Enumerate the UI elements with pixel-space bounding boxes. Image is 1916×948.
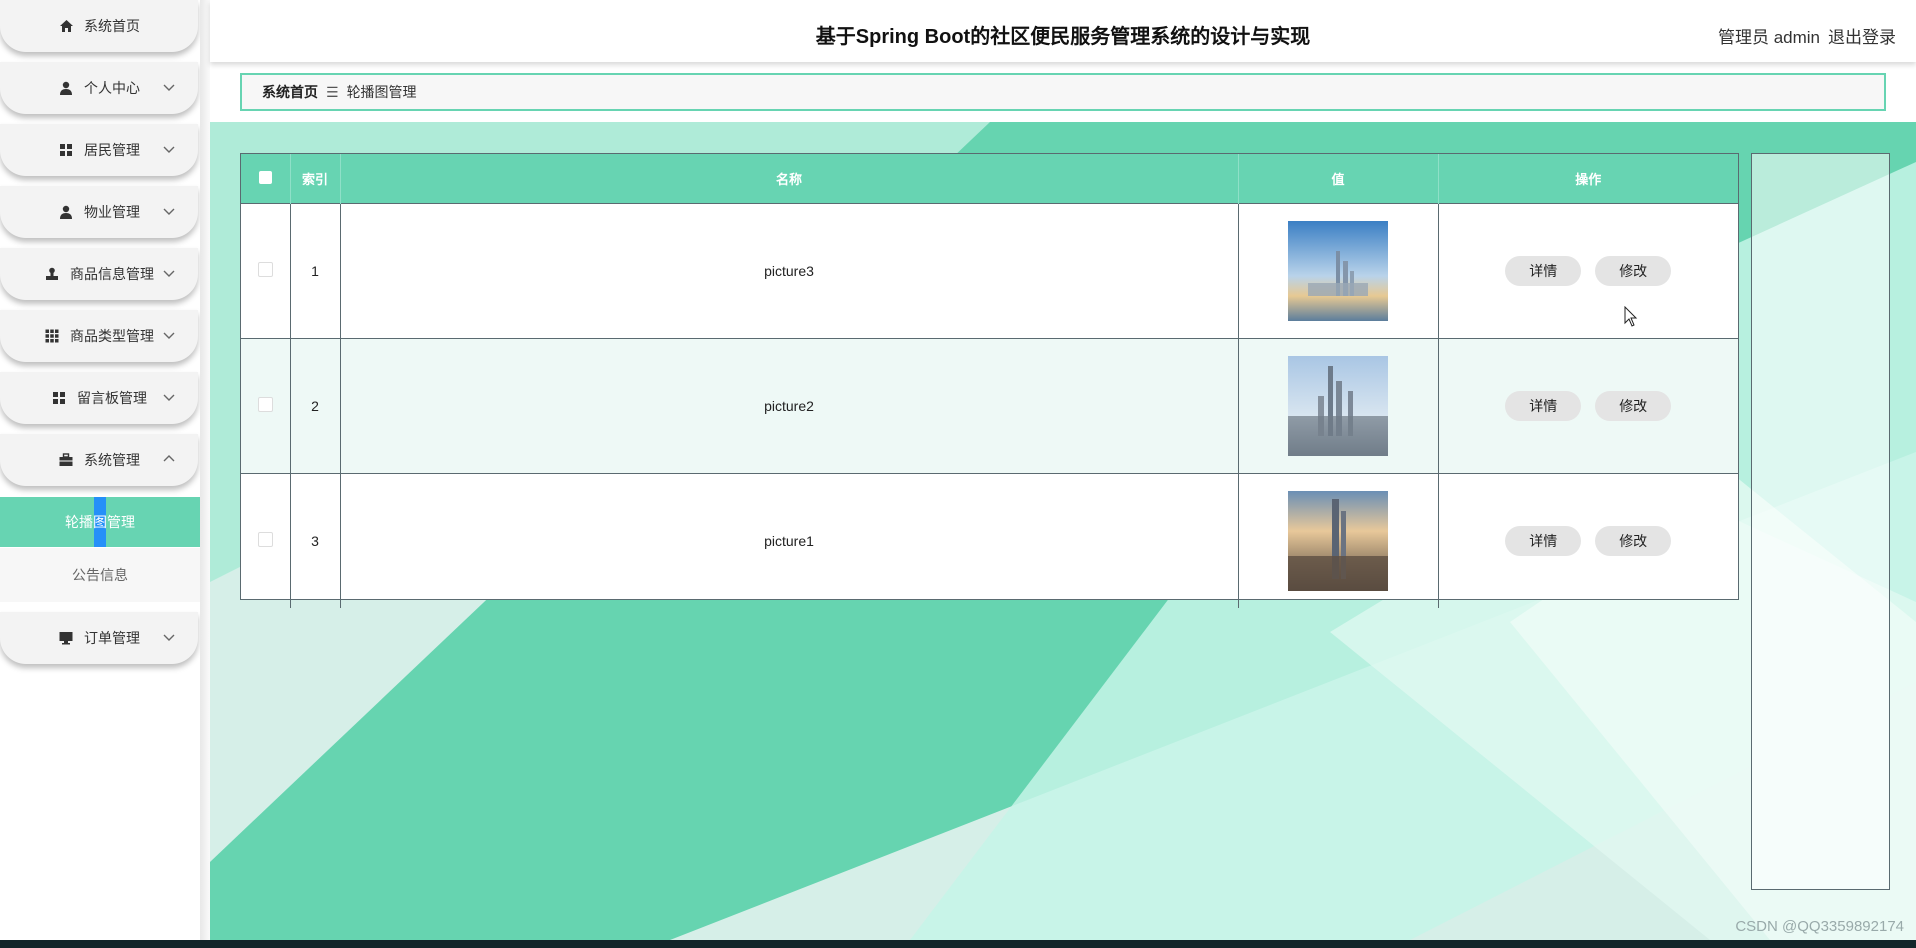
home-icon — [58, 18, 74, 34]
chevron-down-icon — [163, 394, 175, 401]
row-name: picture3 — [340, 203, 1239, 339]
watermark: CSDN @QQ3359892174 — [1735, 918, 1904, 935]
detail-button[interactable]: 详情 — [1505, 256, 1582, 286]
detail-button[interactable]: 详情 — [1505, 391, 1582, 421]
select-all-header — [241, 154, 291, 204]
breadcrumb: 系统首页 ☰ 轮播图管理 — [240, 73, 1886, 111]
sidebar-subitem-label: 轮播图管理 — [65, 514, 135, 530]
monitor-icon — [58, 630, 74, 646]
person-icon — [58, 204, 74, 220]
select-all-checkbox[interactable] — [258, 170, 272, 184]
row-checkbox[interactable] — [257, 532, 273, 547]
edit-button[interactable]: 修改 — [1595, 256, 1672, 286]
chevron-down-icon — [163, 634, 175, 641]
sidebar-item-personal-center[interactable]: 个人中心 — [0, 62, 198, 114]
column-header-actions: 操作 — [1438, 154, 1738, 204]
sidebar-item-property[interactable]: 物业管理 — [0, 186, 198, 238]
table-header: 索引 名称 值 操作 — [241, 154, 1738, 204]
row-name: picture1 — [340, 473, 1239, 608]
menu-icon: ☰ — [326, 83, 339, 100]
sidebar-item-message-board[interactable]: 留言板管理 — [0, 372, 198, 424]
edit-button[interactable]: 修改 — [1595, 391, 1672, 421]
thumbnail-image — [1288, 221, 1388, 321]
sidebar-divider — [200, 0, 210, 940]
row-checkbox[interactable] — [257, 397, 273, 412]
column-header-name: 名称 — [340, 154, 1239, 204]
sidebar-item-system[interactable]: 系统管理 — [0, 434, 198, 486]
sidebar-subitem-label: 公告信息 — [72, 567, 128, 583]
sidebar-subitem-announcements[interactable]: 公告信息 — [0, 548, 200, 602]
chevron-down-icon — [163, 270, 175, 277]
carousel-table: 索引 名称 值 操作 1 picture3 详情 修改 2 picture2 详… — [240, 153, 1739, 608]
sidebar-item-label: 商品信息管理 — [70, 266, 154, 282]
row-value-cell — [1238, 338, 1439, 474]
stamp-icon — [44, 266, 60, 282]
column-header-index: 索引 — [290, 154, 341, 204]
row-value-cell — [1238, 203, 1439, 339]
current-user: 管理员 admin — [1717, 28, 1820, 47]
sidebar-item-label: 居民管理 — [84, 142, 140, 158]
header: 基于Spring Boot的社区便民服务管理系统的设计与实现 管理员 admin… — [210, 0, 1916, 62]
chevron-down-icon — [163, 208, 175, 215]
sidebar-subitem-carousel[interactable]: 轮播图管理 — [0, 497, 200, 547]
table-row: 3 picture1 详情 修改 — [241, 473, 1738, 608]
sidebar-item-label: 系统首页 — [84, 18, 140, 34]
grid9-icon — [44, 328, 60, 344]
row-index: 1 — [290, 203, 341, 339]
row-index: 2 — [290, 338, 341, 474]
sidebar-item-product-info[interactable]: 商品信息管理 — [0, 248, 198, 300]
sidebar-item-label: 留言板管理 — [77, 390, 147, 406]
row-checkbox[interactable] — [257, 262, 273, 277]
sidebar-item-product-type[interactable]: 商品类型管理 — [0, 310, 198, 362]
mouse-cursor-icon — [1624, 306, 1638, 327]
sidebar-item-label: 订单管理 — [84, 630, 140, 646]
sidebar-item-label: 个人中心 — [84, 80, 140, 96]
detail-button[interactable]: 详情 — [1505, 526, 1582, 556]
row-actions: 详情 修改 — [1438, 203, 1738, 339]
thumbnail-image — [1288, 356, 1388, 456]
chevron-up-icon — [163, 455, 175, 462]
side-panel — [1751, 153, 1890, 890]
edit-button[interactable]: 修改 — [1595, 526, 1672, 556]
table-row: 2 picture2 详情 修改 — [241, 338, 1738, 474]
grid-icon — [58, 142, 74, 158]
sidebar-item-label: 商品类型管理 — [70, 328, 154, 344]
logout-button[interactable]: 退出登录 — [1828, 23, 1896, 48]
chevron-down-icon — [163, 146, 175, 153]
sidebar-item-label: 物业管理 — [84, 204, 140, 220]
sidebar-item-orders[interactable]: 订单管理 — [0, 612, 198, 664]
row-value-cell — [1238, 473, 1439, 608]
breadcrumb-current: 轮播图管理 — [346, 84, 417, 100]
grid-icon — [51, 390, 67, 406]
breadcrumb-home[interactable]: 系统首页 — [262, 82, 318, 102]
chevron-down-icon — [163, 84, 175, 91]
sidebar: 系统首页 个人中心 居民管理 物业管理 商品信息管理 商品类型管理 留言板管理 … — [0, 0, 200, 940]
column-header-value: 值 — [1238, 154, 1439, 204]
row-actions: 详情 修改 — [1438, 473, 1738, 608]
row-select-cell — [241, 338, 291, 474]
row-index: 3 — [290, 473, 341, 608]
person-icon — [58, 80, 74, 96]
thumbnail-image — [1288, 491, 1388, 591]
chevron-down-icon — [163, 332, 175, 339]
row-select-cell — [241, 203, 291, 339]
row-name: picture2 — [340, 338, 1239, 474]
row-actions: 详情 修改 — [1438, 338, 1738, 474]
table-row: 1 picture3 详情 修改 — [241, 203, 1738, 339]
row-select-cell — [241, 473, 291, 608]
page-title: 基于Spring Boot的社区便民服务管理系统的设计与实现 — [815, 26, 1311, 48]
sidebar-item-label: 系统管理 — [84, 452, 140, 468]
briefcase-icon — [58, 452, 74, 468]
sidebar-item-home[interactable]: 系统首页 — [0, 0, 198, 52]
taskbar — [0, 940, 1916, 948]
sidebar-item-residents[interactable]: 居民管理 — [0, 124, 198, 176]
